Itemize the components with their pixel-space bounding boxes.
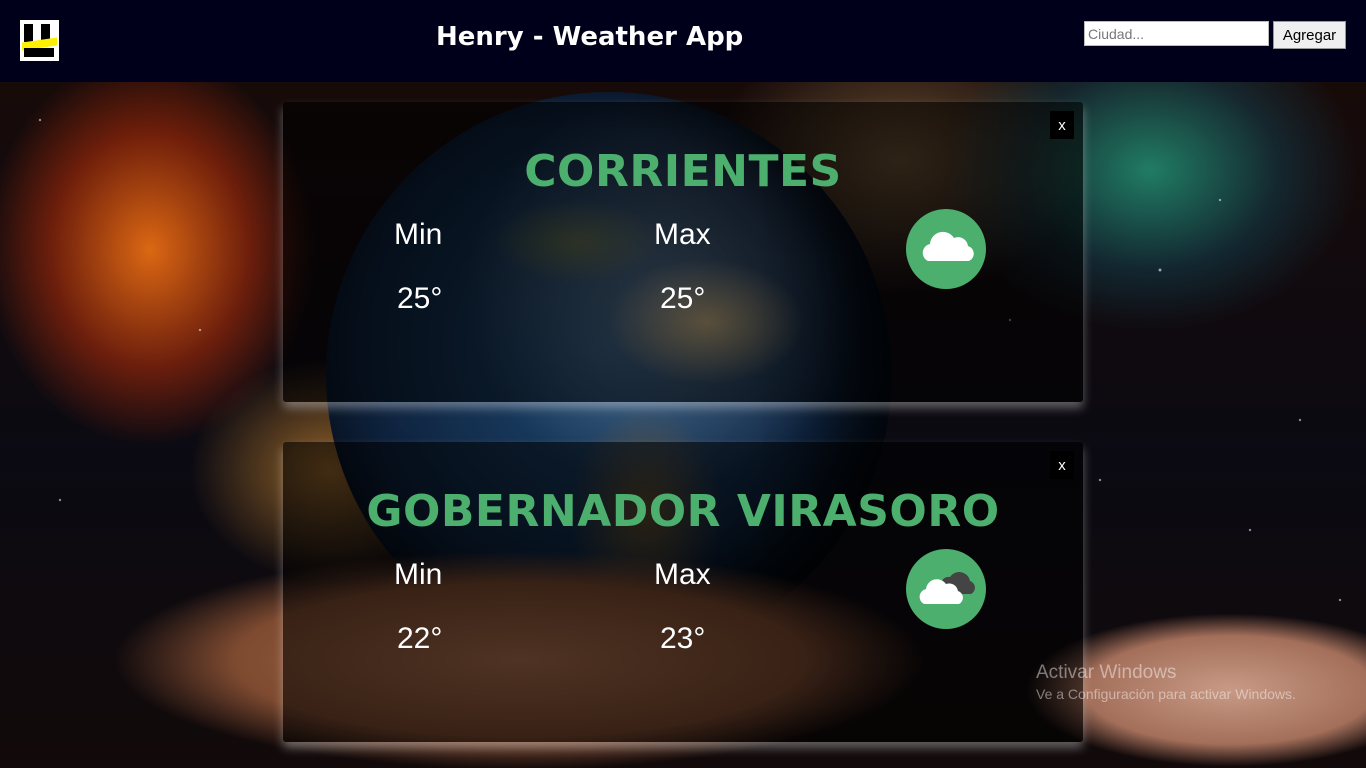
henry-logo-icon bbox=[20, 20, 59, 61]
min-label: Min bbox=[394, 218, 443, 251]
city-search-input[interactable] bbox=[1084, 21, 1269, 46]
app-title: Henry - Weather App bbox=[436, 22, 744, 52]
watermark-subtitle: Ve a Configuración para activar Windows. bbox=[1036, 686, 1296, 702]
max-temp-value: 23° bbox=[660, 622, 706, 655]
max-label: Max bbox=[654, 558, 711, 591]
close-card-button[interactable]: x bbox=[1050, 451, 1074, 479]
add-city-button[interactable]: Agregar bbox=[1273, 21, 1346, 49]
broken-clouds-icon bbox=[906, 549, 986, 629]
close-card-button[interactable]: x bbox=[1050, 111, 1074, 139]
min-temp-value: 22° bbox=[397, 622, 443, 655]
max-temp-value: 25° bbox=[660, 282, 706, 315]
windows-activation-watermark: Activar Windows Ve a Configuración para … bbox=[1036, 662, 1296, 702]
min-temp-value: 25° bbox=[397, 282, 443, 315]
city-name: CORRIENTES bbox=[524, 146, 842, 197]
cloud-icon bbox=[906, 209, 986, 289]
city-weather-card: x GOBERNADOR VIRASORO Min Max 22° 23° bbox=[283, 442, 1083, 742]
city-weather-card: x CORRIENTES Min Max 25° 25° bbox=[283, 102, 1083, 402]
watermark-title: Activar Windows bbox=[1036, 662, 1177, 683]
max-label: Max bbox=[654, 218, 711, 251]
city-name: GOBERNADOR VIRASORO bbox=[366, 486, 1000, 537]
min-label: Min bbox=[394, 558, 443, 591]
top-navbar: Henry - Weather App Agregar bbox=[0, 0, 1366, 82]
